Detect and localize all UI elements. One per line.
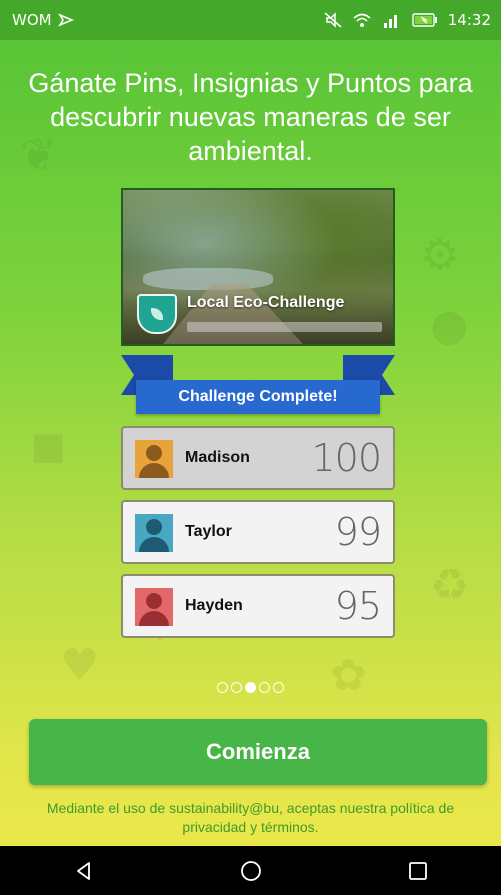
carrier-label: WOM [12,11,52,29]
player-name: Hayden [185,597,243,614]
recents-button[interactable] [388,851,448,891]
status-bar: WOM 14:32 [0,0,501,40]
wifi-icon [353,13,371,27]
back-icon [76,861,90,880]
challenge-photo-card: Local Eco-Challenge [121,188,395,346]
cast-icon [57,13,74,27]
bicycle-pattern-icon: ⚙ [420,230,460,281]
ribbon-label: Challenge Complete! [136,380,380,414]
legal-text[interactable]: Mediante el uso de sustainability@bu, ac… [20,799,481,837]
home-icon [240,860,261,881]
player-name: Madison [185,449,250,466]
onboarding-screen: ❦ ⚙ ● ◼ ♥ ♣ ✿ ♻ WOM [0,0,501,895]
page-dot[interactable] [217,682,228,693]
clock: 14:32 [447,11,491,29]
avatar [135,588,173,626]
lake-image-detail [143,268,273,290]
page-dot[interactable] [273,682,284,693]
teddy-pattern-icon: ✿ [330,650,367,701]
leaf-shield-icon [137,294,177,334]
page-indicator [0,682,501,693]
page-dot[interactable] [259,682,270,693]
player-score: 99 [334,510,382,554]
challenge-title: Local Eco-Challenge [187,294,345,311]
player-score: 95 [334,584,382,628]
back-button[interactable] [54,851,114,891]
leaderboard-row: Madison 100 [121,426,395,490]
car-pattern-icon: ◼ [30,420,67,471]
mute-icon [324,12,342,28]
leaderboard-row: Taylor 99 [121,500,395,564]
signal-icon [383,15,397,28]
recents-icon [408,861,427,880]
avatar [135,514,173,552]
path-image-detail [163,284,303,344]
apple-pattern-icon: ● [430,300,469,351]
page-dot[interactable] [231,682,242,693]
challenge-complete-ribbon: Challenge Complete! [121,355,395,415]
android-nav-bar [0,846,501,895]
player-name: Taylor [185,523,232,540]
headline: Gánate Pins, Insignias y Puntos para des… [28,68,473,166]
challenge-progress-bar [187,322,382,332]
page-dot-active[interactable] [245,682,256,693]
battery-charging-icon [412,13,437,27]
recycle-pattern-icon: ♻ [430,560,470,611]
avatar [135,440,173,478]
player-score: 100 [311,436,382,480]
leaderboard-row: Hayden 95 [121,574,395,638]
home-button[interactable] [221,851,281,891]
start-button[interactable]: Comienza [29,719,487,785]
